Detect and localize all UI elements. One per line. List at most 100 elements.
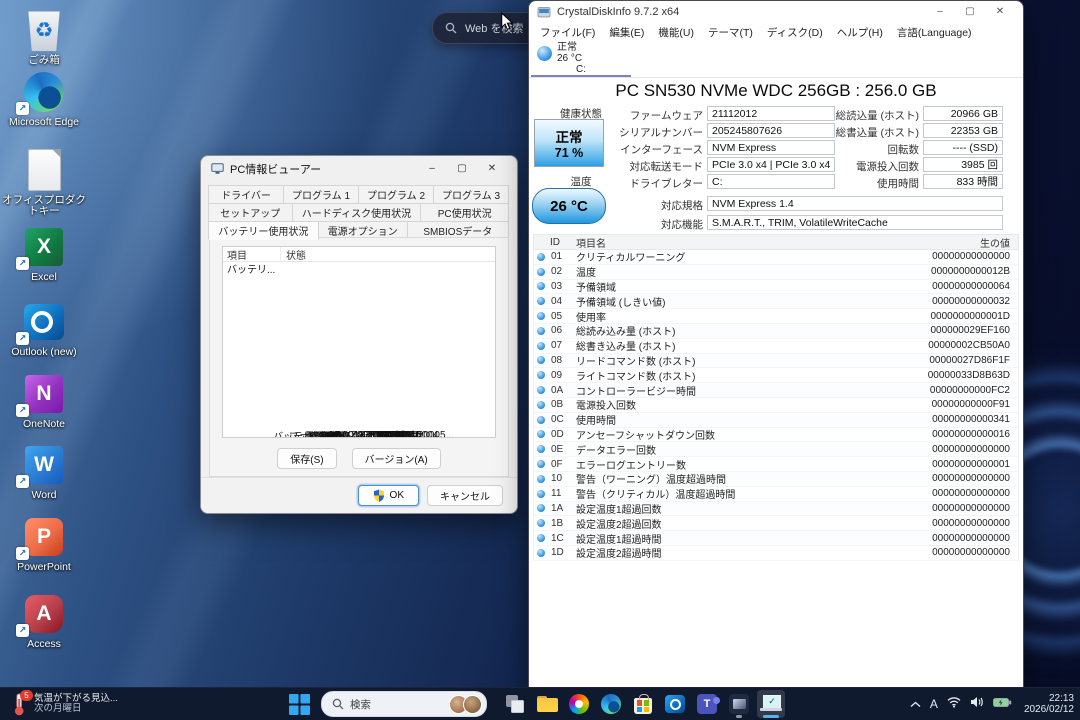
smart-row[interactable]: 03 予備領域 00000000000064 [533,279,1019,295]
desktop-icon-access[interactable]: A ↗ Access [0,592,88,650]
battery-list-row[interactable]: バッテリ... [223,262,495,276]
menu-item[interactable]: 言語(Language) [890,25,979,40]
ok-button[interactable]: OK [357,485,419,506]
disk-health-orb-icon [537,46,552,61]
shortcut-arrow-icon: ↗ [16,404,29,417]
desktop-icon-office-doc[interactable]: オフィスプロダクトキー [0,148,88,217]
battery-item-name: ファーム... [288,432,337,438]
tab-PC使用状況[interactable]: PC使用状況 [420,203,509,222]
smart-row[interactable]: 11 警告（クリティカル）温度超過時間 00000000000000 [533,486,1019,502]
start-button[interactable] [285,690,313,718]
taskbar-icon-task-view[interactable] [501,690,529,718]
pcv-close-button[interactable]: ✕ [477,156,507,182]
smart-row[interactable]: 0F エラーログエントリー数 00000000000001 [533,457,1019,472]
smart-name: 警告（クリティカル）温度超過時間 [576,490,736,502]
pcv-title-bar[interactable]: PC情報ビューアー – ▢ ✕ [201,156,517,182]
menu-item[interactable]: ヘルプ(H) [830,25,890,40]
field-value: 3985 回 [923,157,1003,172]
battery-list-header-state[interactable]: 状態 [281,247,306,262]
desktop-icon-excel[interactable]: X ↗ Excel [0,225,88,283]
smart-header-name[interactable]: 項目名 [576,235,810,250]
weather-text: 気温が下がる見込... 次の月曜日 [34,693,118,715]
tab-セットアップ[interactable]: セットアップ [208,203,293,222]
desktop-icon-outlook[interactable]: ↗ Outlook (new) [0,300,88,358]
menu-item[interactable]: 機能(U) [651,25,701,40]
taskbar-icon-crystaldiskinfo[interactable]: ✓ [757,690,785,718]
taskbar-icon-edge[interactable] [597,690,625,718]
field-value: C: [707,174,835,189]
smart-row[interactable]: 1B 設定温度2超過回数 00000000000000 [533,516,1019,532]
battery-status-list[interactable]: 項目 状態 バッテリ... バッテリ... CF-VZSU1M 製造番号 2310200… [222,246,496,438]
desktop-icon-onenote[interactable]: N ↗ OneNote [0,372,88,430]
wifi-icon[interactable] [947,695,961,713]
taskbar-clock[interactable]: 22:13 2026/02/12 [1024,693,1074,716]
smart-header-id[interactable]: ID [550,237,576,248]
taskbar-icon-store[interactable] [629,690,657,718]
smart-row[interactable]: 08 リードコマンド数 (ホスト) 00000027D86F1F [533,353,1019,369]
smart-row[interactable]: 0E データエラー回数 00000000000000 [533,442,1019,458]
smart-id: 02 [551,266,563,278]
smart-row[interactable]: 0B 電源投入回数 00000000000F91 [533,397,1019,413]
search-highlight-avatars[interactable] [449,694,482,714]
ime-mode-indicator[interactable]: A [930,697,938,711]
weather-alert-badge: 5 [20,689,33,701]
tab-ドライバー[interactable]: ドライバー [208,185,284,204]
cancel-button[interactable]: キャンセル [427,485,503,506]
volume-icon[interactable] [970,695,984,713]
taskbar-icon-teams[interactable]: T [693,690,721,718]
shortcut-arrow-icon: ↗ [16,257,29,270]
pcv-maximize-button[interactable]: ▢ [447,156,477,182]
tab-ハードディスク使用状況[interactable]: ハードディスク使用状況 [291,203,422,222]
smart-row[interactable]: 05 使用率 0000000000001D [533,309,1019,324]
version-button[interactable]: バージョン(A) [351,448,441,469]
menu-item[interactable]: 編集(E) [602,25,651,40]
battery-list-header-item[interactable]: 項目 [223,247,281,262]
smart-row[interactable]: 1A 設定温度1超過回数 00000000000000 [533,501,1019,517]
smart-row[interactable]: 0C 使用時間 00000000000341 [533,412,1019,428]
cdi-title-bar[interactable]: CrystalDiskInfo 9.7.2 x64 – ▢ ✕ [529,1,1023,23]
tab-バッテリー使用状況[interactable]: バッテリー使用状況 [208,221,319,240]
cdi-maximize-button[interactable]: ▢ [955,1,985,23]
menu-item[interactable]: テーマ(T) [701,25,760,40]
smart-raw-value: 00000000000032 [932,295,1010,307]
smart-row[interactable]: 04 予備領域 (しきい値) 00000000000032 [533,294,1019,310]
battery-list-row[interactable]: ファーム... 0011.0011.0001.0004 [280,430,439,437]
disk-tab-c[interactable]: 正常 26 °C C: [529,41,633,77]
smart-row[interactable]: 0D アンセーフシャットダウン回数 00000000000016 [533,427,1019,443]
cdi-close-button[interactable]: ✕ [985,1,1015,23]
taskbar-icon-pc-info-viewer[interactable] [725,690,753,718]
cdi-minimize-button[interactable]: – [925,1,955,23]
smart-row[interactable]: 1D 設定温度2超過時間 00000000000000 [533,545,1019,561]
tab-プログラム 1[interactable]: プログラム 1 [283,185,359,204]
tab-プログラム 3[interactable]: プログラム 3 [433,185,509,204]
desktop-icon-word[interactable]: W ↗ Word [0,443,88,501]
tray-chevron-up-icon[interactable] [910,695,921,713]
taskbar-icon-outlook[interactable] [661,690,689,718]
smart-row[interactable]: 1C 設定温度1超過時間 00000000000000 [533,531,1019,546]
smart-row[interactable]: 09 ライトコマンド数 (ホスト) 00000033D8B63D [533,368,1019,384]
taskbar-icon-copilot[interactable] [565,690,593,718]
smart-row[interactable]: 06 総読み込み量 (ホスト) 000000029EF160 [533,323,1019,339]
smart-row[interactable]: 02 温度 0000000000012B [533,264,1019,280]
battery-charging-icon[interactable] [993,695,1012,713]
smart-row[interactable]: 10 警告（ワーニング）温度超過時間 00000000000000 [533,471,1019,487]
tab-プログラム 2[interactable]: プログラム 2 [358,185,434,204]
mouse-cursor [500,11,514,36]
pcv-minimize-button[interactable]: – [417,156,447,182]
field-value: 22353 GB [923,123,1003,138]
menu-item[interactable]: ファイル(F) [533,25,602,40]
smart-row[interactable]: 0A コントローラービジー時間 00000000000FC2 [533,383,1019,398]
smart-name: 電源投入回数 [576,401,636,413]
smart-header-raw[interactable]: 生の値 [810,235,1018,250]
menu-item[interactable]: ディスク(D) [760,25,830,40]
taskbar-icon-file-explorer[interactable] [533,690,561,718]
desktop-icon-powerpoint[interactable]: P ↗ PowerPoint [0,515,88,573]
taskbar-search-box[interactable]: 検索 [321,691,487,717]
office-doc-icon [0,148,88,192]
desktop-icon-edge[interactable]: ↗ Microsoft Edge [0,70,88,128]
save-button[interactable]: 保存(S) [277,448,337,469]
weather-widget[interactable]: 5 気温が下がる見込... 次の月曜日 [4,688,125,720]
desktop-icon-recycle-bin[interactable]: ♻ ごみ箱 [0,8,88,66]
smart-row[interactable]: 01 クリティカルワーニング 00000000000000 [533,250,1019,265]
smart-row[interactable]: 07 総書き込み量 (ホスト) 00000002CB50A0 [533,338,1019,354]
